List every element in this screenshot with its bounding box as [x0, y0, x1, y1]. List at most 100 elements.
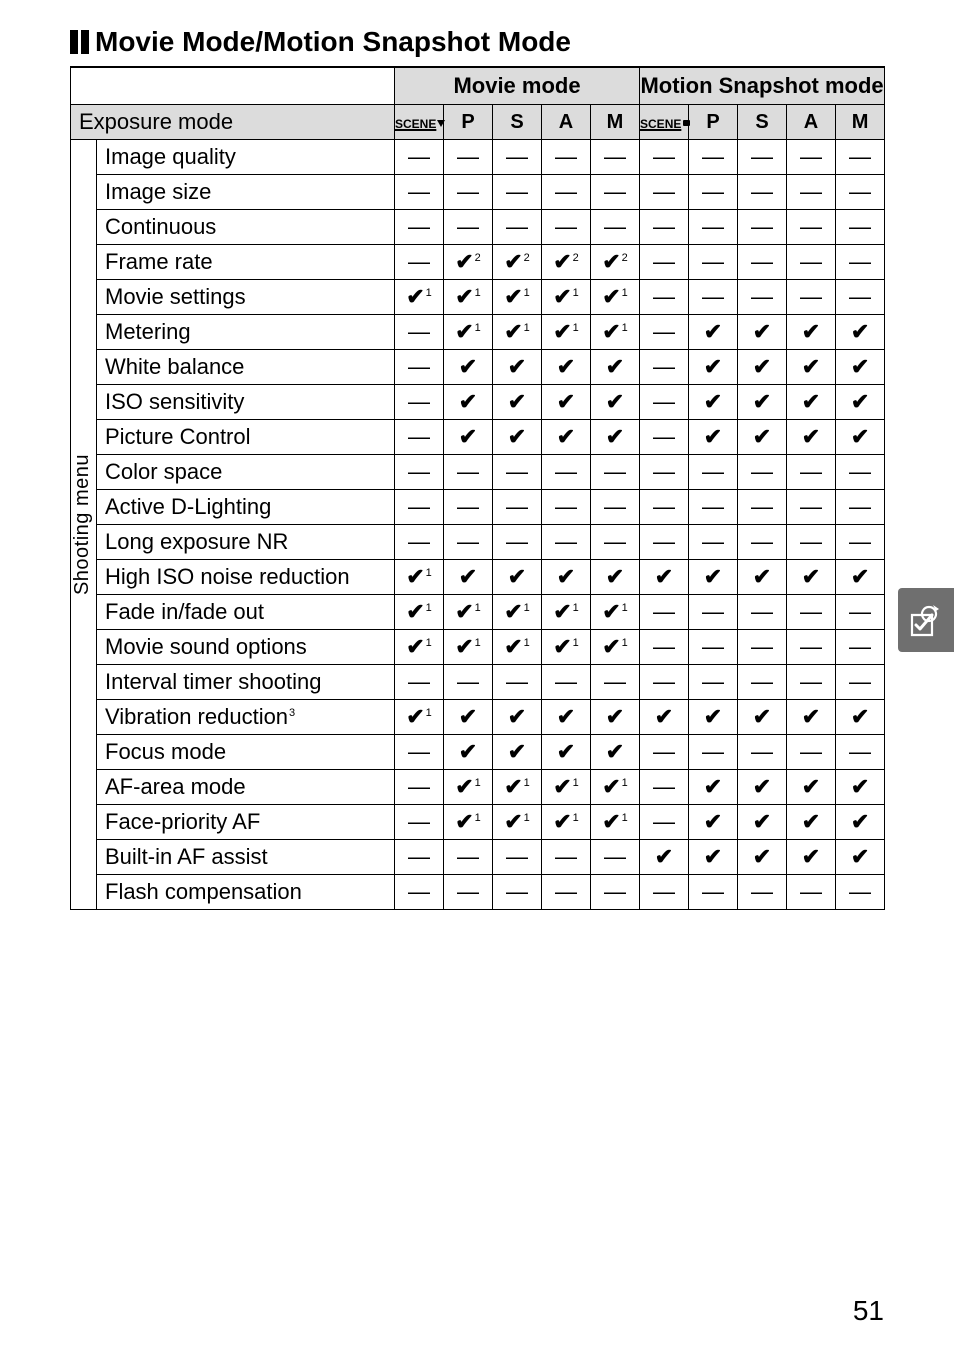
table-cell: — — [493, 455, 542, 490]
table-cell: ✔1 — [395, 280, 444, 315]
row-label: Built-in AF assist — [97, 840, 395, 875]
table-cell: ✔ — [689, 385, 738, 420]
table-cell: — — [640, 175, 689, 210]
table-row: Face-priority AF—✔1✔1✔1✔1—✔✔✔✔ — [71, 805, 885, 840]
table-cell: — — [444, 490, 493, 525]
table-cell: — — [640, 420, 689, 455]
table-cell: ✔1 — [493, 630, 542, 665]
table-cell: ✔ — [787, 560, 836, 595]
table-cell: — — [689, 455, 738, 490]
table-cell: — — [836, 210, 885, 245]
mode-p-movie: P — [444, 105, 493, 140]
table-cell: — — [640, 315, 689, 350]
table-cell: — — [836, 175, 885, 210]
table-cell: ✔ — [689, 560, 738, 595]
section-heading: Movie Mode/Motion Snapshot Mode — [70, 26, 884, 58]
table-cell: ✔1 — [395, 700, 444, 735]
table-cell: ✔ — [836, 700, 885, 735]
table-cell: ✔ — [738, 315, 787, 350]
row-label: Picture Control — [97, 420, 395, 455]
table-cell: ✔ — [738, 420, 787, 455]
feature-table: Movie mode Motion Snapshot mode Exposure… — [70, 66, 885, 910]
table-cell: — — [689, 140, 738, 175]
row-label: Face-priority AF — [97, 805, 395, 840]
table-cell: ✔ — [591, 735, 640, 770]
checklist-icon — [909, 603, 943, 637]
table-cell: — — [493, 140, 542, 175]
table-cell: ✔ — [836, 350, 885, 385]
table-cell: ✔1 — [395, 595, 444, 630]
table-row: AF-area mode—✔1✔1✔1✔1—✔✔✔✔ — [71, 770, 885, 805]
table-cell: ✔ — [689, 420, 738, 455]
row-label: Frame rate — [97, 245, 395, 280]
table-cell: — — [787, 245, 836, 280]
table-cell: ✔ — [444, 735, 493, 770]
table-cell: ✔ — [787, 350, 836, 385]
table-cell: — — [640, 245, 689, 280]
table-cell: — — [395, 665, 444, 700]
table-row: Picture Control—✔✔✔✔—✔✔✔✔ — [71, 420, 885, 455]
table-cell: — — [787, 490, 836, 525]
table-cell: — — [542, 525, 591, 560]
table-row: Long exposure NR—————————— — [71, 525, 885, 560]
table-cell: — — [444, 140, 493, 175]
table-cell: ✔2 — [444, 245, 493, 280]
table-cell: ✔ — [640, 560, 689, 595]
row-label: Movie sound options — [97, 630, 395, 665]
table-cell: — — [787, 280, 836, 315]
table-cell: ✔1 — [444, 770, 493, 805]
table-cell: — — [493, 665, 542, 700]
table-cell: ✔ — [689, 770, 738, 805]
table-cell: ✔2 — [591, 245, 640, 280]
table-cell: ✔1 — [493, 280, 542, 315]
table-cell: ✔ — [836, 315, 885, 350]
table-cell: — — [640, 490, 689, 525]
table-cell: ✔ — [738, 700, 787, 735]
table-cell: — — [493, 175, 542, 210]
table-row: High ISO noise reduction✔1✔✔✔✔✔✔✔✔✔ — [71, 560, 885, 595]
table-cell: — — [395, 140, 444, 175]
table-cell: — — [738, 245, 787, 280]
table-cell: — — [738, 525, 787, 560]
table-cell: ✔1 — [542, 630, 591, 665]
mode-scene-movie: SCENE — [395, 105, 444, 140]
table-cell: — — [640, 140, 689, 175]
table-cell: ✔1 — [542, 595, 591, 630]
table-cell: ✔ — [738, 770, 787, 805]
table-cell: — — [395, 490, 444, 525]
table-row: Shooting menuImage quality—————————— — [71, 140, 885, 175]
table-row: Built-in AF assist—————✔✔✔✔✔ — [71, 840, 885, 875]
row-label: Metering — [97, 315, 395, 350]
table-cell: ✔ — [689, 350, 738, 385]
table-cell: ✔1 — [542, 280, 591, 315]
table-cell: ✔ — [738, 385, 787, 420]
table-cell: — — [689, 595, 738, 630]
table-cell: ✔ — [444, 350, 493, 385]
table-cell: ✔ — [836, 770, 885, 805]
table-cell: — — [689, 630, 738, 665]
table-cell: ✔1 — [591, 280, 640, 315]
row-label: Active D-Lighting — [97, 490, 395, 525]
table-cell: — — [542, 875, 591, 910]
table-row: Movie settings✔1✔1✔1✔1✔1————— — [71, 280, 885, 315]
table-cell: — — [444, 525, 493, 560]
table-cell: ✔ — [787, 700, 836, 735]
table-cell: — — [395, 350, 444, 385]
table-cell: — — [542, 455, 591, 490]
mode-a-snap: A — [787, 105, 836, 140]
heading-bars-icon — [70, 30, 89, 54]
table-cell: — — [395, 770, 444, 805]
table-cell: — — [640, 350, 689, 385]
table-cell: ✔ — [542, 560, 591, 595]
table-cell: — — [689, 665, 738, 700]
table-row: White balance—✔✔✔✔—✔✔✔✔ — [71, 350, 885, 385]
group-header-snapshot: Motion Snapshot mode — [640, 67, 885, 105]
table-cell: ✔ — [444, 385, 493, 420]
table-cell: — — [591, 140, 640, 175]
table-cell: ✔1 — [493, 315, 542, 350]
row-label: Vibration reduction3 — [97, 700, 395, 735]
table-cell: — — [591, 665, 640, 700]
table-row: Continuous—————————— — [71, 210, 885, 245]
table-cell: — — [738, 490, 787, 525]
mode-p-snap: P — [689, 105, 738, 140]
